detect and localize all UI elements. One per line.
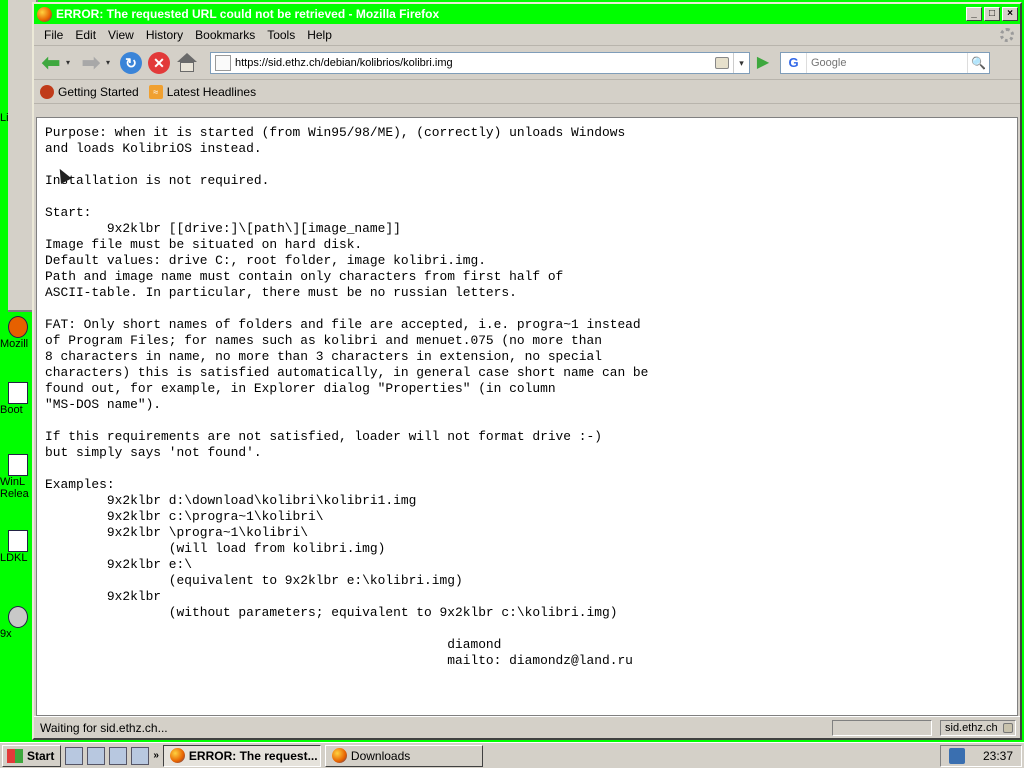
search-icon[interactable]: 🔍 bbox=[967, 52, 989, 73]
bookmark-getting-started[interactable]: Getting Started bbox=[40, 84, 139, 99]
progress-meter bbox=[832, 719, 932, 736]
stop-icon: ✕ bbox=[148, 51, 170, 74]
throbber-icon bbox=[1000, 27, 1014, 42]
menu-edit[interactable]: Edit bbox=[69, 28, 102, 42]
desktop-icon-mozilla[interactable]: Mozill bbox=[0, 316, 36, 350]
menu-bookmarks[interactable]: Bookmarks bbox=[189, 28, 261, 42]
taskbar: Start » ERROR: The request... Downloads … bbox=[0, 742, 1024, 768]
clock[interactable]: 23:37 bbox=[983, 749, 1013, 763]
program-icon bbox=[8, 454, 28, 476]
status-host: sid.ethz.ch bbox=[940, 719, 1016, 736]
desktop-icon-li[interactable]: Li bbox=[0, 112, 36, 124]
menu-tools[interactable]: Tools bbox=[261, 28, 301, 42]
status-text: Waiting for sid.ethz.ch... bbox=[40, 720, 168, 735]
lock-icon bbox=[715, 56, 729, 69]
status-bar: Waiting for sid.ethz.ch... sid.ethz.ch bbox=[34, 716, 1020, 738]
document-text: Purpose: when it is started (from Win95/… bbox=[45, 125, 649, 668]
title-bar[interactable]: ERROR: The requested URL could not be re… bbox=[34, 4, 1020, 24]
back-button[interactable]: ⬅ bbox=[38, 50, 64, 76]
go-button[interactable]: ▶ bbox=[752, 52, 774, 74]
firefox-icon bbox=[169, 748, 185, 763]
search-bar[interactable]: G 🔍 bbox=[780, 51, 990, 74]
browser-window: ERROR: The requested URL could not be re… bbox=[32, 2, 1022, 740]
start-button[interactable]: Start bbox=[2, 744, 62, 767]
rss-icon: ≈ bbox=[148, 84, 163, 99]
desktop-icon-winl[interactable]: WinL Relea bbox=[0, 454, 36, 500]
url-input[interactable] bbox=[235, 56, 715, 69]
forward-history-dropdown[interactable]: ▾ bbox=[106, 58, 114, 67]
task-downloads[interactable]: Downloads bbox=[324, 744, 483, 767]
quicklaunch-window-icon[interactable] bbox=[131, 746, 150, 765]
window-title: ERROR: The requested URL could not be re… bbox=[56, 7, 440, 21]
url-history-dropdown[interactable]: ▾ bbox=[733, 52, 749, 73]
start-label: Start bbox=[27, 748, 55, 763]
desktop-icon-9x[interactable]: 9x bbox=[0, 606, 36, 640]
minimize-button[interactable]: _ bbox=[966, 7, 982, 21]
menu-bar: File Edit View History Bookmarks Tools H… bbox=[34, 24, 1020, 46]
document-icon bbox=[8, 530, 28, 552]
system-tray: 23:37 bbox=[939, 744, 1022, 767]
quicklaunch-media-icon[interactable] bbox=[109, 746, 128, 765]
firefox-icon bbox=[40, 84, 54, 99]
quicklaunch-desktop-icon[interactable] bbox=[65, 746, 84, 765]
reload-button[interactable]: ↻ bbox=[118, 50, 144, 76]
quicklaunch-ie-icon[interactable] bbox=[87, 746, 106, 765]
page-favicon-icon bbox=[215, 54, 231, 71]
maximize-button[interactable]: □ bbox=[984, 7, 1000, 21]
firefox-icon bbox=[8, 316, 28, 338]
boot-icon bbox=[8, 382, 28, 404]
menu-history[interactable]: History bbox=[140, 28, 189, 42]
disk-icon bbox=[8, 606, 28, 628]
task-label: Downloads bbox=[350, 748, 411, 763]
page-content[interactable]: Purpose: when it is started (from Win95/… bbox=[36, 117, 1018, 716]
navigation-toolbar: ⬅ ▾ ➡ ▾ ↻ ✕ ▾ ▶ G 🔍 bbox=[34, 46, 1020, 80]
search-input[interactable] bbox=[807, 56, 967, 69]
close-button[interactable]: × bbox=[1002, 7, 1018, 21]
task-firefox-error[interactable]: ERROR: The request... bbox=[162, 744, 321, 767]
home-button[interactable] bbox=[174, 50, 200, 76]
bookmark-label: Latest Headlines bbox=[166, 84, 257, 99]
forward-button[interactable]: ➡ bbox=[78, 50, 104, 76]
reload-icon: ↻ bbox=[120, 51, 142, 74]
network-icon[interactable] bbox=[948, 747, 965, 764]
status-host-label: sid.ethz.ch bbox=[945, 721, 998, 734]
menu-help[interactable]: Help bbox=[301, 28, 338, 42]
menu-view[interactable]: View bbox=[102, 28, 140, 42]
desktop-icon-ldkl[interactable]: LDKL bbox=[0, 530, 36, 564]
address-bar[interactable]: ▾ bbox=[210, 51, 750, 74]
firefox-icon bbox=[37, 6, 52, 22]
bookmarks-toolbar: Getting Started ≈ Latest Headlines bbox=[34, 80, 1020, 104]
task-label: ERROR: The request... bbox=[188, 748, 318, 763]
menu-file[interactable]: File bbox=[38, 28, 69, 42]
security-icon[interactable] bbox=[1003, 722, 1013, 733]
desktop-icon-boot[interactable]: Boot bbox=[0, 382, 36, 416]
home-icon bbox=[176, 52, 198, 74]
bookmark-latest-headlines[interactable]: ≈ Latest Headlines bbox=[148, 84, 257, 99]
stop-button[interactable]: ✕ bbox=[146, 50, 172, 76]
back-history-dropdown[interactable]: ▾ bbox=[66, 58, 74, 67]
quicklaunch-chevron[interactable]: » bbox=[153, 750, 159, 761]
google-engine-icon[interactable]: G bbox=[781, 52, 807, 73]
bookmark-label: Getting Started bbox=[58, 84, 139, 99]
windows-logo-icon bbox=[7, 748, 23, 763]
firefox-icon bbox=[331, 748, 347, 763]
